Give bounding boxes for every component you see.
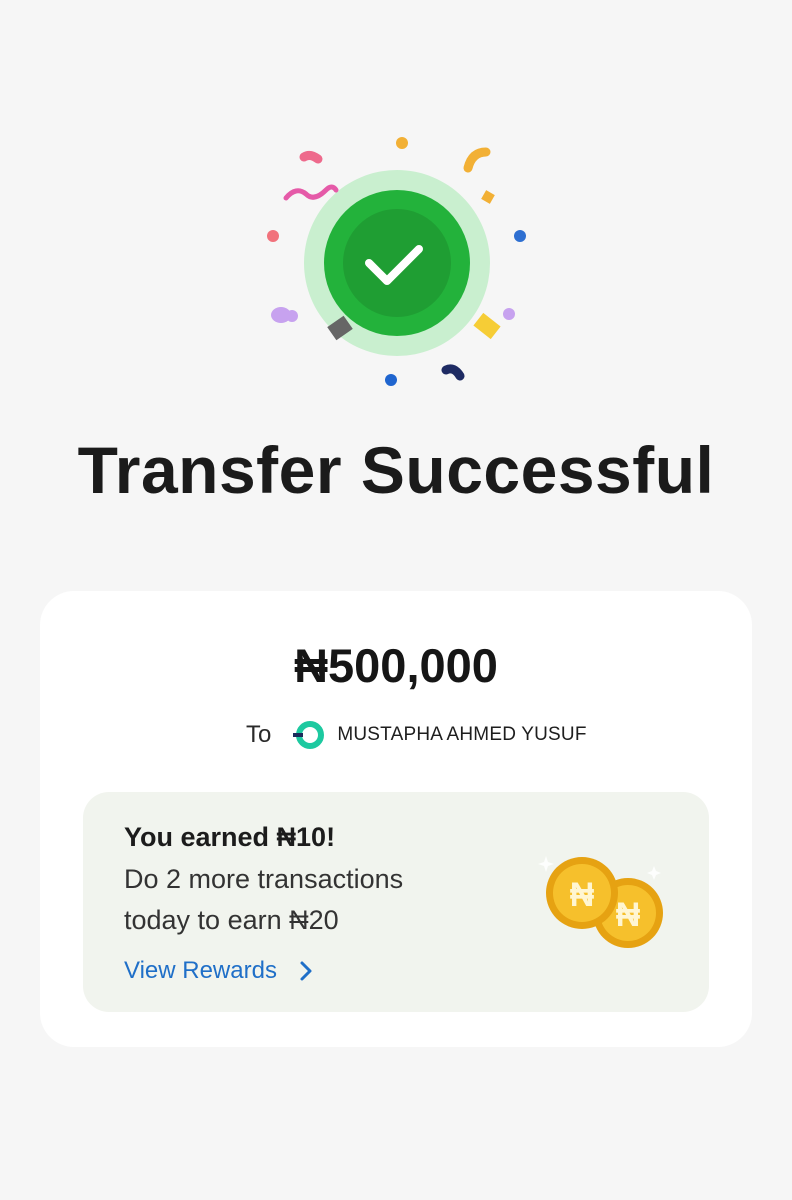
transfer-success-screen: Transfer Successful ₦500,000 To MUSTAPHA… bbox=[0, 0, 792, 1200]
recipient-name: MUSTAPHA AHMED YUSUF bbox=[337, 724, 587, 745]
view-rewards-label: View Rewards bbox=[124, 957, 277, 984]
opay-logo-icon bbox=[293, 721, 325, 749]
reward-title: You earned ₦10! bbox=[124, 822, 336, 852]
recipient-row: To MUSTAPHA AHMED YUSUF bbox=[246, 718, 587, 752]
to-label: To bbox=[246, 721, 272, 748]
svg-text:₦: ₦ bbox=[616, 896, 641, 934]
reward-description-line1: Do 2 more transactions bbox=[124, 864, 404, 894]
page-title: Transfer Successful bbox=[77, 433, 715, 507]
reward-description-line2: today to earn ₦20 bbox=[124, 905, 339, 935]
naira-coins-icon: ₦ ₦ bbox=[536, 846, 676, 956]
chevron-right-icon bbox=[300, 961, 312, 981]
success-illustration bbox=[246, 126, 546, 406]
confetti-icon bbox=[267, 137, 526, 386]
svg-text:₦: ₦ bbox=[570, 876, 595, 914]
view-rewards-link[interactable]: View Rewards bbox=[124, 957, 313, 985]
transfer-amount: ₦500,000 bbox=[294, 639, 498, 692]
